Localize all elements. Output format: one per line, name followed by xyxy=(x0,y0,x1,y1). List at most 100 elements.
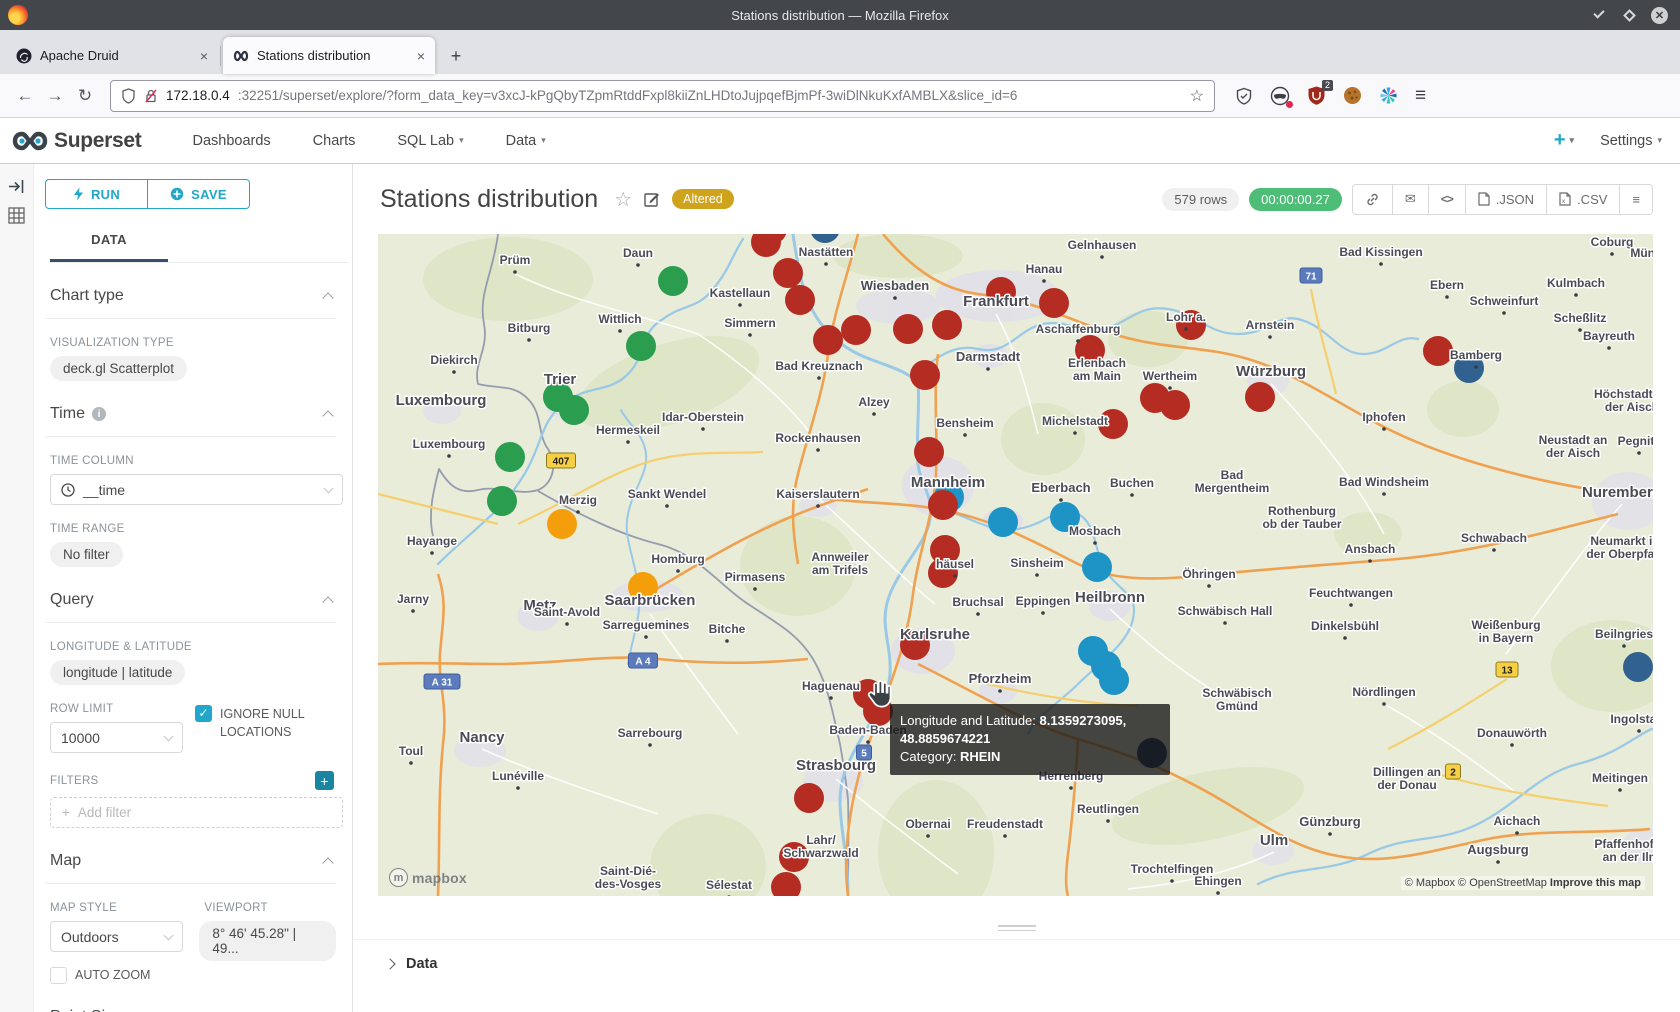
superset-navbar: Superset Dashboards Charts SQL Lab▾ Data… xyxy=(0,118,1680,164)
scatter-point[interactable] xyxy=(1160,390,1190,420)
hamburger-menu-icon[interactable]: ≡ xyxy=(1415,85,1426,107)
map-style-select[interactable]: Outdoors xyxy=(50,921,183,952)
window-close-icon[interactable]: ✕ xyxy=(1651,7,1668,24)
file-icon: x xyxy=(1559,192,1571,206)
svg-text:Diekirch: Diekirch xyxy=(430,353,477,367)
scatter-point[interactable] xyxy=(813,325,843,355)
viewport-label: VIEWPORT xyxy=(204,902,336,914)
mapbox-logo[interactable]: m mapbox xyxy=(389,868,467,887)
scatter-point[interactable] xyxy=(1039,288,1069,318)
nav-sql-lab[interactable]: SQL Lab▾ xyxy=(397,133,463,149)
checkbox-checked-icon: ✓ xyxy=(195,705,212,722)
data-results-panel[interactable]: Data xyxy=(353,939,1680,972)
row-limit-select[interactable]: 10000 xyxy=(50,722,183,753)
add-filter-plus-button[interactable]: + xyxy=(315,771,334,790)
scatter-point[interactable] xyxy=(794,783,824,813)
scatter-point[interactable] xyxy=(932,310,962,340)
back-icon[interactable]: ← xyxy=(10,81,40,111)
lightning-icon xyxy=(73,187,84,201)
insecure-lock-icon[interactable] xyxy=(144,88,158,104)
scatter-point[interactable] xyxy=(1245,382,1275,412)
ublock-shield-icon[interactable]: 2 xyxy=(1305,85,1327,107)
scatter-point[interactable] xyxy=(487,486,517,516)
improve-map-link[interactable]: Improve this map xyxy=(1550,877,1641,889)
nav-data[interactable]: Data▾ xyxy=(506,133,546,149)
email-button[interactable]: ✉ xyxy=(1393,185,1429,214)
scatter-point[interactable] xyxy=(785,285,815,315)
url-bar[interactable]: 172.18.0.4:32251/superset/explore/?form_… xyxy=(110,80,1215,112)
pinwheel-extension-icon[interactable] xyxy=(1377,85,1399,107)
svg-text:Aichach: Aichach xyxy=(1494,814,1541,828)
scatter-point[interactable] xyxy=(841,315,871,345)
scatter-point[interactable] xyxy=(658,266,688,296)
tab-stations-distribution[interactable]: Stations distribution × xyxy=(223,37,435,74)
run-button[interactable]: RUN xyxy=(46,180,148,208)
viewport-value[interactable]: 8° 46' 45.28" | 49... xyxy=(199,921,336,961)
svg-text:Ehingen: Ehingen xyxy=(1194,874,1241,888)
time-range-value[interactable]: No filter xyxy=(50,542,123,567)
scatter-point[interactable] xyxy=(914,437,944,467)
scatter-point[interactable] xyxy=(1623,652,1653,682)
add-filter-box[interactable]: +Add filter xyxy=(50,797,343,828)
time-column-select[interactable]: __time xyxy=(50,474,343,505)
scatter-point[interactable] xyxy=(988,507,1018,537)
chevron-up-icon[interactable] xyxy=(322,292,333,303)
edit-properties-icon[interactable] xyxy=(644,191,660,207)
chevron-up-icon[interactable] xyxy=(322,410,333,421)
scatter-point[interactable] xyxy=(1099,665,1129,695)
nav-dashboards[interactable]: Dashboards xyxy=(192,133,270,149)
scatter-point[interactable] xyxy=(773,258,803,288)
save-button[interactable]: SAVE xyxy=(148,180,249,208)
ignore-null-checkbox[interactable]: ✓ IGNORE NULL LOCATIONS xyxy=(195,705,325,753)
section-point-size: Point Size xyxy=(45,1008,336,1012)
tab-close-icon[interactable]: × xyxy=(417,48,425,64)
lonlat-value[interactable]: longitude | latitude xyxy=(50,660,185,685)
copy-link-button[interactable] xyxy=(1353,185,1393,214)
scatter-point[interactable] xyxy=(559,395,589,425)
dataset-grid-icon[interactable] xyxy=(8,207,25,224)
scatter-point[interactable] xyxy=(1082,552,1112,582)
export-json-button[interactable]: .JSON xyxy=(1466,185,1547,214)
tab-data[interactable]: DATA xyxy=(50,232,168,262)
deckgl-map[interactable]: 71407A 4A 315132 PrümDaunNastättenGelnha… xyxy=(378,234,1653,896)
window-minimize-icon[interactable] xyxy=(1591,7,1607,23)
new-chart-button[interactable]: +▾ xyxy=(1554,129,1574,152)
scatter-point[interactable] xyxy=(910,360,940,390)
viz-type-value[interactable]: deck.gl Scatterplot xyxy=(50,356,187,381)
window-maximize-icon[interactable] xyxy=(1621,7,1637,23)
expand-panel-icon[interactable] xyxy=(8,178,25,195)
forward-icon[interactable]: → xyxy=(40,81,70,111)
settings-menu[interactable]: Settings▾ xyxy=(1600,133,1662,149)
auto-zoom-checkbox[interactable]: AUTO ZOOM xyxy=(50,966,199,984)
bookmark-star-icon[interactable]: ☆ xyxy=(1190,86,1204,106)
favorite-star-icon[interactable]: ☆ xyxy=(614,187,632,212)
scatter-point[interactable] xyxy=(626,331,656,361)
chart-menu-button[interactable]: ≡ xyxy=(1620,185,1652,214)
checkbox-empty-icon xyxy=(50,967,67,984)
export-csv-button[interactable]: x .CSV xyxy=(1547,185,1620,214)
chevron-up-icon[interactable] xyxy=(322,857,333,868)
scatter-point[interactable] xyxy=(928,490,958,520)
scatter-point[interactable] xyxy=(547,509,577,539)
chevron-up-icon[interactable] xyxy=(322,596,333,607)
nav-charts[interactable]: Charts xyxy=(313,133,356,149)
scatter-point[interactable] xyxy=(1423,336,1453,366)
embed-code-button[interactable]: <> xyxy=(1429,185,1466,214)
tracking-shield-icon[interactable] xyxy=(121,88,136,104)
superset-logo[interactable]: Superset xyxy=(12,129,141,153)
browser-toolbar: ← → ↻ 172.18.0.4:32251/superset/explore/… xyxy=(0,74,1680,118)
svg-text:A 4: A 4 xyxy=(635,657,651,668)
scatter-point[interactable] xyxy=(495,442,525,472)
scatter-point[interactable] xyxy=(893,314,923,344)
svg-text:Mosbach: Mosbach xyxy=(1069,524,1121,538)
plus-circle-icon xyxy=(170,187,184,201)
account-shield-icon[interactable] xyxy=(1233,85,1255,107)
resize-drag-handle[interactable] xyxy=(998,922,1036,934)
clock-icon xyxy=(61,483,75,497)
privacy-mask-icon[interactable] xyxy=(1269,85,1291,107)
tab-apache-druid[interactable]: Apache Druid × xyxy=(6,37,218,74)
cookie-icon[interactable] xyxy=(1341,85,1363,107)
reload-icon[interactable]: ↻ xyxy=(70,81,100,111)
tab-close-icon[interactable]: × xyxy=(200,48,208,64)
new-tab-button[interactable]: + xyxy=(441,41,471,71)
